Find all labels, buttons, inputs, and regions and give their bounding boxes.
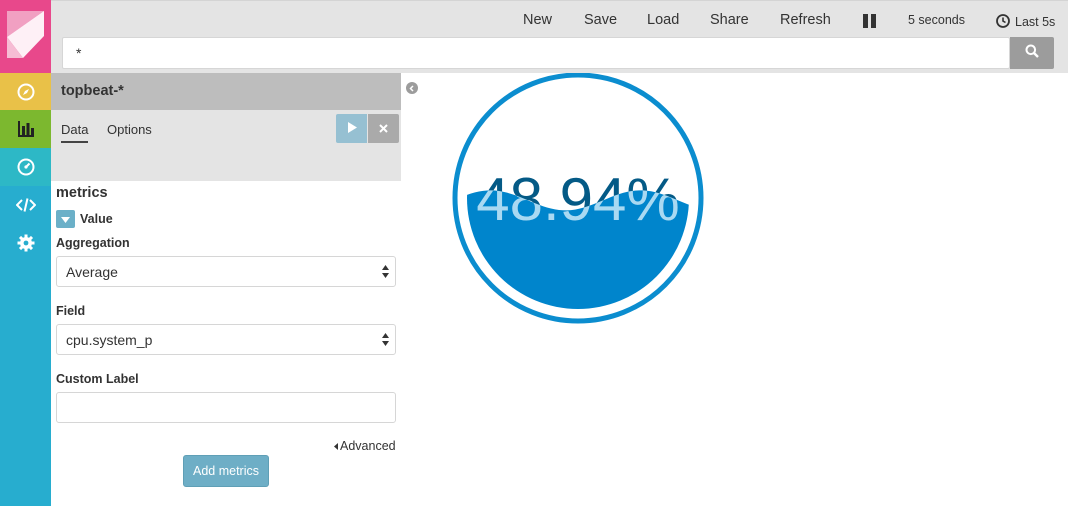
timepicker-label: Last 5s: [1015, 15, 1056, 29]
code-icon: [15, 197, 36, 213]
aggregation-value: Average: [66, 264, 118, 280]
kibana-logo[interactable]: [0, 0, 51, 73]
refresh-interval[interactable]: 5 seconds: [908, 13, 965, 27]
caret-down-icon: [61, 210, 70, 228]
custom-label-input[interactable]: [56, 392, 396, 423]
search-icon: [1025, 44, 1039, 63]
play-icon: [347, 120, 357, 138]
aggregation-label: Aggregation: [56, 236, 130, 250]
query-input[interactable]: [62, 37, 1010, 69]
advanced-toggle[interactable]: Advanced: [334, 439, 396, 453]
editor-tabs: Data Options: [51, 110, 401, 181]
new-button[interactable]: New: [523, 12, 552, 28]
load-button[interactable]: Load: [647, 12, 679, 28]
nav-discover[interactable]: [0, 73, 51, 111]
index-pattern-title: topbeat-*: [51, 73, 401, 110]
visualization-area: 48.94% 48.94%: [401, 73, 1068, 506]
advanced-label: Advanced: [340, 439, 396, 453]
top-bar: New Save Load Share Refresh 5 seconds La…: [51, 0, 1068, 73]
agg-title: Value: [80, 212, 113, 226]
editor-panel: topbeat-* Data Options metrics Value Agg…: [51, 73, 401, 506]
discard-changes-button[interactable]: [368, 114, 399, 143]
nav-dev-tools[interactable]: [0, 186, 51, 224]
field-select[interactable]: cpu.system_p: [56, 324, 396, 355]
metrics-section-title: metrics: [56, 185, 108, 201]
nav-visualize[interactable]: [0, 110, 51, 148]
liquid-gauge: 48.94% 48.94%: [452, 73, 704, 324]
custom-label-label: Custom Label: [56, 372, 139, 386]
caret-left-icon: [334, 439, 338, 453]
timepicker[interactable]: Last 5s: [996, 13, 1055, 33]
tab-options[interactable]: Options: [107, 122, 152, 137]
field-value: cpu.system_p: [66, 332, 153, 348]
close-icon: [379, 121, 388, 136]
apply-changes-button[interactable]: [336, 114, 367, 143]
save-button[interactable]: Save: [584, 12, 617, 28]
select-arrows-icon: [382, 265, 389, 278]
select-arrows-icon: [382, 333, 389, 346]
left-navigation: [0, 0, 51, 506]
dashboard-gauge-icon: [17, 158, 35, 176]
gear-icon: [17, 234, 35, 252]
pause-icon: [862, 14, 877, 33]
agg-collapse-toggle[interactable]: [56, 210, 75, 228]
nav-settings[interactable]: [0, 224, 51, 262]
compass-icon: [17, 83, 35, 101]
aggregation-select[interactable]: Average: [56, 256, 396, 287]
refresh-button[interactable]: Refresh: [780, 12, 831, 28]
search-button[interactable]: [1010, 37, 1054, 69]
tab-data[interactable]: Data: [61, 122, 89, 143]
share-button[interactable]: Share: [710, 12, 749, 28]
clock-icon: [996, 14, 1010, 33]
pause-button[interactable]: [862, 14, 877, 28]
add-metrics-button[interactable]: Add metrics: [183, 455, 269, 487]
bar-chart-icon: [17, 120, 35, 138]
field-label: Field: [56, 304, 86, 318]
nav-dashboard[interactable]: [0, 148, 51, 186]
